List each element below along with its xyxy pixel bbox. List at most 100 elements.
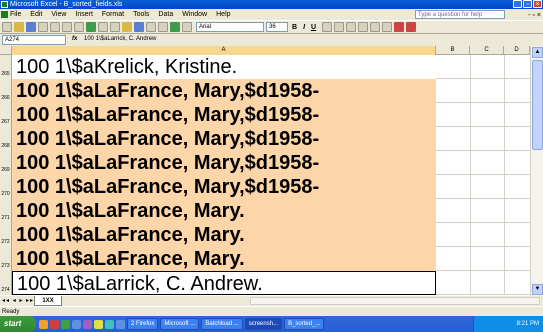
paste-icon[interactable] [122,22,132,32]
cell-a[interactable]: 100 1\$aLaFrance, Mary. [12,223,436,247]
zoom-icon[interactable] [182,22,192,32]
cell-divider [470,199,471,223]
cell-a[interactable]: 100 1\$aLaFrance, Mary. [12,247,436,271]
cell-a[interactable]: 100 1\$aKrelick, Kristine. [12,55,436,79]
cell-a[interactable]: 100 1\$aLaFrance, Mary,$d1958- [12,127,436,151]
new-icon[interactable] [2,22,12,32]
font-name-select[interactable]: Arial [196,22,264,32]
print-preview-icon[interactable] [74,22,84,32]
copy-icon[interactable] [110,22,120,32]
row-header[interactable]: 269 [0,151,12,175]
quicklaunch-icon[interactable] [50,319,59,329]
cell-divider [504,151,505,175]
maximize-button[interactable]: ▫ [523,0,532,8]
cell-divider [470,247,471,271]
cell-a[interactable]: 100 1\$aLaFrance, Mary,$d1958- [12,151,436,175]
row-header[interactable]: 267 [0,103,12,127]
align-right-icon[interactable] [346,22,357,32]
menu-view[interactable]: View [51,9,66,20]
cell-a[interactable]: 100 1\$aLaFrance, Mary,$d1958- [12,175,436,199]
name-box[interactable]: A274 [2,35,66,45]
cell-a[interactable]: 100 1\$aLaFrance, Mary. [12,199,436,223]
undo-icon[interactable] [134,22,144,32]
open-icon[interactable] [14,22,24,32]
email-icon[interactable] [50,22,60,32]
close-button[interactable]: × [533,0,542,8]
row-header[interactable]: 270 [0,175,12,199]
row-header[interactable]: 266 [0,79,12,103]
row-header[interactable]: 272 [0,223,12,247]
menu-tools[interactable]: Tools [133,9,149,20]
chart-wizard-icon[interactable] [170,22,180,32]
scroll-up-icon[interactable]: ▲ [532,47,543,58]
underline-button[interactable]: U [311,24,316,31]
start-button[interactable]: start [0,316,36,332]
formula-input[interactable]: 100 1\$aLarrick, C. Andrew [84,34,156,45]
quicklaunch-icon[interactable] [61,319,70,329]
permission-icon[interactable] [38,22,48,32]
cell-divider [504,223,505,247]
print-icon[interactable] [62,22,72,32]
clock: 8:21 PM [516,321,539,327]
minimize-button[interactable]: _ [513,0,522,8]
quicklaunch-icon[interactable] [83,319,92,329]
select-all-button[interactable] [0,46,12,55]
column-header-c[interactable]: C [470,46,504,55]
bold-button[interactable]: B [292,24,297,31]
menu-edit[interactable]: Edit [30,9,42,20]
scroll-down-icon[interactable]: ▼ [532,284,543,295]
merge-center-icon[interactable] [358,22,369,32]
taskbar-button-screenshot[interactable]: screensh... [244,318,283,330]
menu-file[interactable]: File [10,9,21,20]
row-header[interactable]: 268 [0,127,12,151]
taskbar-button-microsoft[interactable]: Microsoft ... [160,318,200,330]
taskbar-button-firefox[interactable]: 2 Firefox [127,318,159,330]
menu-format[interactable]: Format [102,9,124,20]
cell-a[interactable]: 100 1\$aLaFrance, Mary,$d1958- [12,79,436,103]
table-row: 266 100 1\$aLaFrance, Mary,$d1958- [0,79,530,103]
scroll-thumb[interactable] [532,60,543,150]
row-header[interactable]: 271 [0,199,12,223]
column-header-a[interactable]: A [12,46,436,55]
column-header-d[interactable]: D [504,46,530,55]
italic-button[interactable]: I [303,24,305,31]
tab-nav-buttons[interactable]: ◂◂ ◂ ▸ ▸▸ [2,296,34,306]
fill-color-icon[interactable] [394,22,405,32]
workbook-icon[interactable] [1,11,8,18]
cell-divider [470,175,471,199]
ask-question-input[interactable]: Type a question for help [415,10,505,19]
quicklaunch-icon[interactable] [72,319,81,329]
indent-icon[interactable] [370,22,381,32]
taskbar-button-excel[interactable]: B_sorted_... [284,318,325,330]
status-text: Ready [2,309,20,315]
borders-icon[interactable] [382,22,393,32]
menu-window[interactable]: Window [182,9,207,20]
autosum-icon[interactable] [146,22,156,32]
cut-icon[interactable] [98,22,108,32]
row-header[interactable]: 274 [0,271,12,295]
font-color-icon[interactable] [406,22,417,32]
column-header-b[interactable]: B [436,46,470,55]
row-header[interactable]: 265 [0,55,12,79]
spelling-icon[interactable] [86,22,96,32]
save-icon[interactable] [26,22,36,32]
active-cell[interactable]: 100 1\$aLarrick, C. Andrew. [12,271,436,295]
cell-a[interactable]: 100 1\$aLaFrance, Mary,$d1958- [12,103,436,127]
quicklaunch-icon[interactable] [105,319,114,329]
menu-insert[interactable]: Insert [75,9,93,20]
menu-data[interactable]: Data [158,9,173,20]
align-left-icon[interactable] [322,22,333,32]
quicklaunch-icon[interactable] [94,319,103,329]
align-center-icon[interactable] [334,22,345,32]
menu-help[interactable]: Help [216,9,230,20]
font-size-select[interactable]: 36 [266,22,288,32]
quicklaunch-icon[interactable] [116,319,125,329]
horizontal-scrollbar[interactable] [250,297,540,305]
taskbar-button-batchload[interactable]: Batchload ... [201,318,243,330]
tab-sheet[interactable]: 1XX [34,296,62,306]
vertical-scrollbar[interactable]: ▲ ▼ [530,46,543,296]
insert-function-icon[interactable]: fx [72,34,77,45]
row-header[interactable]: 273 [0,247,12,271]
sort-ascending-icon[interactable] [158,22,168,32]
quicklaunch-icon[interactable] [39,319,48,329]
